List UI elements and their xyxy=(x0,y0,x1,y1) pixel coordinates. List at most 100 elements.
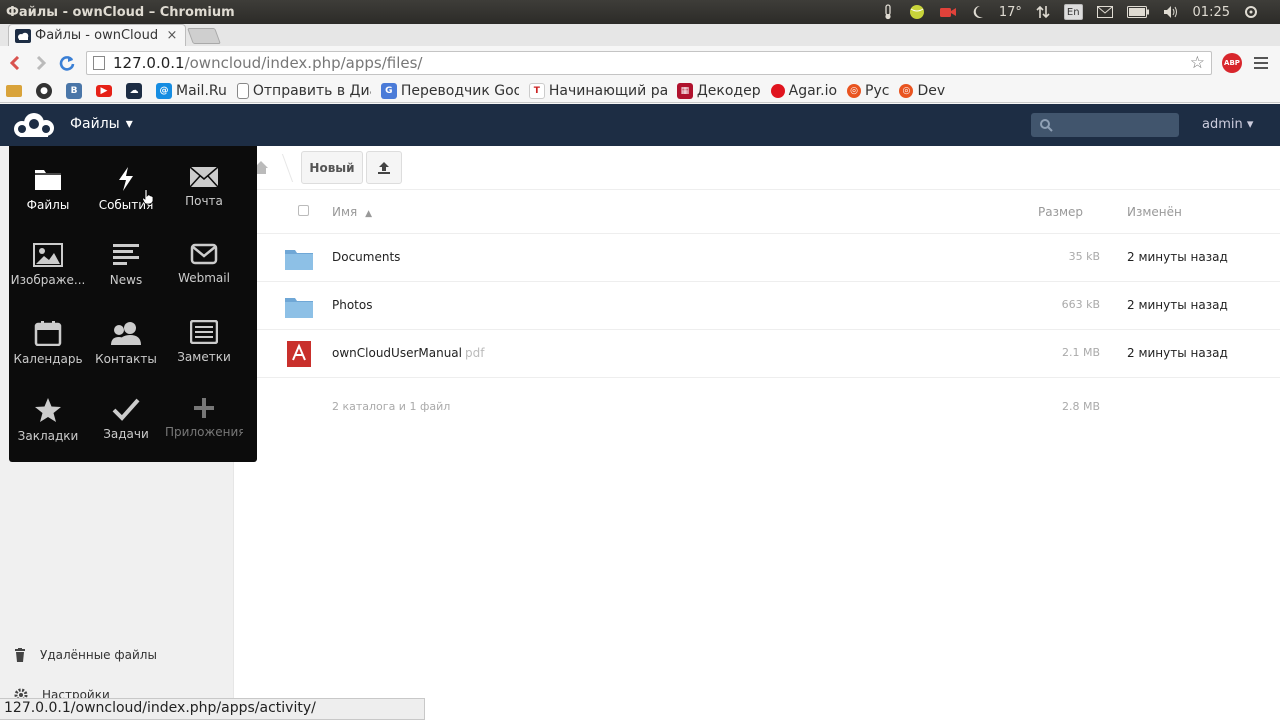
apps-popup-menu: Файлы События Почта Изображе... News Web… xyxy=(9,146,257,462)
search-input[interactable] xyxy=(1031,113,1179,137)
address-bar[interactable]: 127.0.0.1/owncloud/index.php/apps/files/… xyxy=(86,50,1212,75)
app-calendar[interactable]: Календарь xyxy=(9,300,87,372)
folder-icon xyxy=(285,298,313,318)
browser-menu-icon[interactable] xyxy=(1254,56,1268,69)
folder-icon xyxy=(6,84,22,97)
mail-icon[interactable] xyxy=(1096,4,1113,20)
bookmark-star-icon[interactable]: ☆ xyxy=(1190,53,1205,73)
owncloud-logo-icon[interactable] xyxy=(10,112,58,142)
camera-icon[interactable] xyxy=(939,4,957,20)
os-indicators: 17° En 01:25 xyxy=(881,4,1280,20)
image-icon xyxy=(33,243,63,267)
app-tasks[interactable]: Задачи xyxy=(87,377,165,449)
thermometer-icon[interactable] xyxy=(881,4,895,20)
bookmark-label: Переводчик Goo xyxy=(400,82,519,99)
upload-button[interactable] xyxy=(366,151,402,184)
tennis-ball-icon[interactable] xyxy=(909,4,925,20)
bookmark-label: Mail.Ru xyxy=(176,82,227,99)
app-news[interactable]: News xyxy=(87,223,165,295)
app-files[interactable]: Файлы xyxy=(9,146,87,218)
mailru-icon: @ xyxy=(156,82,172,99)
decoder-icon: ▦ xyxy=(676,82,693,99)
temperature-text[interactable]: 17° xyxy=(999,5,1022,20)
ubuntu-icon: ◎ xyxy=(899,83,914,98)
bookmark-decoder[interactable]: ▦ Декодер xyxy=(676,82,761,99)
select-all-checkbox[interactable] xyxy=(298,205,309,216)
bookmark-beginner[interactable]: T Начинающий ра xyxy=(528,82,667,99)
app-menu-toggle[interactable]: Файлы ▾ xyxy=(70,116,133,132)
volume-icon[interactable] xyxy=(1163,4,1179,20)
bookmark-google-translate[interactable]: G Переводчик Goo xyxy=(380,82,519,99)
tab-close-icon[interactable]: × xyxy=(165,28,179,43)
ubuntu-icon: ◎ xyxy=(847,83,862,98)
bookmark-item[interactable]: ☁ xyxy=(126,82,146,99)
moon-icon[interactable] xyxy=(971,4,985,20)
forward-button[interactable] xyxy=(28,50,54,76)
deleted-files-item[interactable]: Удалённые файлы xyxy=(14,648,157,662)
file-name[interactable]: Photos xyxy=(332,298,372,312)
bookmark-dev[interactable]: ◎ Dev xyxy=(899,83,945,99)
keyboard-layout-indicator[interactable]: En xyxy=(1063,4,1083,20)
column-size-header[interactable]: Размер xyxy=(1038,205,1083,219)
new-tab-button[interactable] xyxy=(187,28,221,44)
app-store[interactable]: Приложения xyxy=(165,377,243,449)
file-name[interactable]: Documents xyxy=(332,250,400,264)
app-contacts[interactable]: Контакты xyxy=(87,300,165,372)
antenna-icon: T xyxy=(528,82,545,99)
github-icon: ● xyxy=(36,82,52,99)
news-icon xyxy=(113,244,139,265)
app-bookmarks[interactable]: Закладки xyxy=(9,377,87,449)
bookmark-send-to-disk[interactable]: Отправить в Диа xyxy=(236,82,371,99)
adblock-extension-button[interactable]: ABP xyxy=(1222,52,1242,73)
file-row-photos[interactable]: Photos 663 kB 2 минуты назад xyxy=(234,282,1280,330)
bookmark-rus[interactable]: ◎ Рус xyxy=(847,83,889,99)
bookmark-item[interactable]: ▶ xyxy=(96,84,116,97)
file-row-usermanual[interactable]: ownCloudUserManual pdf 2.1 MB 2 минуты на… xyxy=(234,330,1280,378)
bookmark-item[interactable] xyxy=(6,84,26,97)
files-content: Новый Имя ▲ Размер Изменён Documents 35 … xyxy=(234,146,1280,720)
deleted-files-label: Удалённые файлы xyxy=(40,648,157,662)
bookmark-mailru[interactable]: @ Mail.Ru xyxy=(156,82,227,99)
app-menu-label: Файлы xyxy=(70,116,120,132)
vk-icon: B xyxy=(66,82,82,99)
app-notes[interactable]: Заметки xyxy=(165,300,243,372)
reload-button[interactable] xyxy=(54,50,80,76)
app-gallery[interactable]: Изображе... xyxy=(9,223,87,295)
file-modified: 2 минуты назад xyxy=(1127,346,1228,360)
app-label: Файлы xyxy=(26,198,70,212)
new-button[interactable]: Новый xyxy=(301,151,363,184)
page-icon xyxy=(93,55,105,70)
file-row-documents[interactable]: Documents 35 kB 2 минуты назад xyxy=(234,234,1280,282)
back-button[interactable] xyxy=(2,50,28,76)
battery-icon[interactable] xyxy=(1126,4,1149,20)
network-icon[interactable] xyxy=(1036,4,1050,20)
star-icon xyxy=(35,398,61,422)
app-mail[interactable]: Почта xyxy=(165,146,243,218)
bookmark-label: Рус xyxy=(865,82,890,99)
translate-icon: G xyxy=(380,82,397,99)
bookmark-label: Отправить в Диа xyxy=(252,82,371,99)
check-icon xyxy=(112,398,140,421)
app-activity[interactable]: События xyxy=(87,146,165,218)
user-menu[interactable]: admin ▾ xyxy=(1202,117,1253,132)
power-gear-icon[interactable] xyxy=(1244,4,1258,20)
file-name[interactable]: ownCloudUserManual pdf xyxy=(332,346,484,360)
app-webmail[interactable]: Webmail xyxy=(165,223,243,295)
upload-icon xyxy=(378,161,390,174)
bookmark-agar[interactable]: Agar.io xyxy=(770,83,837,99)
file-size: 2.1 MB xyxy=(1061,346,1100,359)
app-label: Контакты xyxy=(95,352,157,366)
browser-tab[interactable]: Файлы - ownCloud × xyxy=(8,24,186,46)
app-label: Задачи xyxy=(103,427,149,441)
forward-arrow-icon xyxy=(36,55,46,70)
owncloud-header: Файлы ▾ admin ▾ xyxy=(0,104,1280,146)
column-name-header[interactable]: Имя ▲ xyxy=(332,205,372,219)
clock-text[interactable]: 01:25 xyxy=(1193,5,1230,20)
bookmark-item[interactable]: ● xyxy=(36,82,56,99)
bookmark-label: Декодер xyxy=(696,82,761,99)
column-modified-header[interactable]: Изменён xyxy=(1127,205,1182,219)
bookmark-label: Dev xyxy=(917,82,946,99)
contacts-icon xyxy=(111,322,141,345)
summary-text: 2 каталога и 1 файл xyxy=(332,400,451,413)
bookmark-item[interactable]: B xyxy=(66,82,86,99)
